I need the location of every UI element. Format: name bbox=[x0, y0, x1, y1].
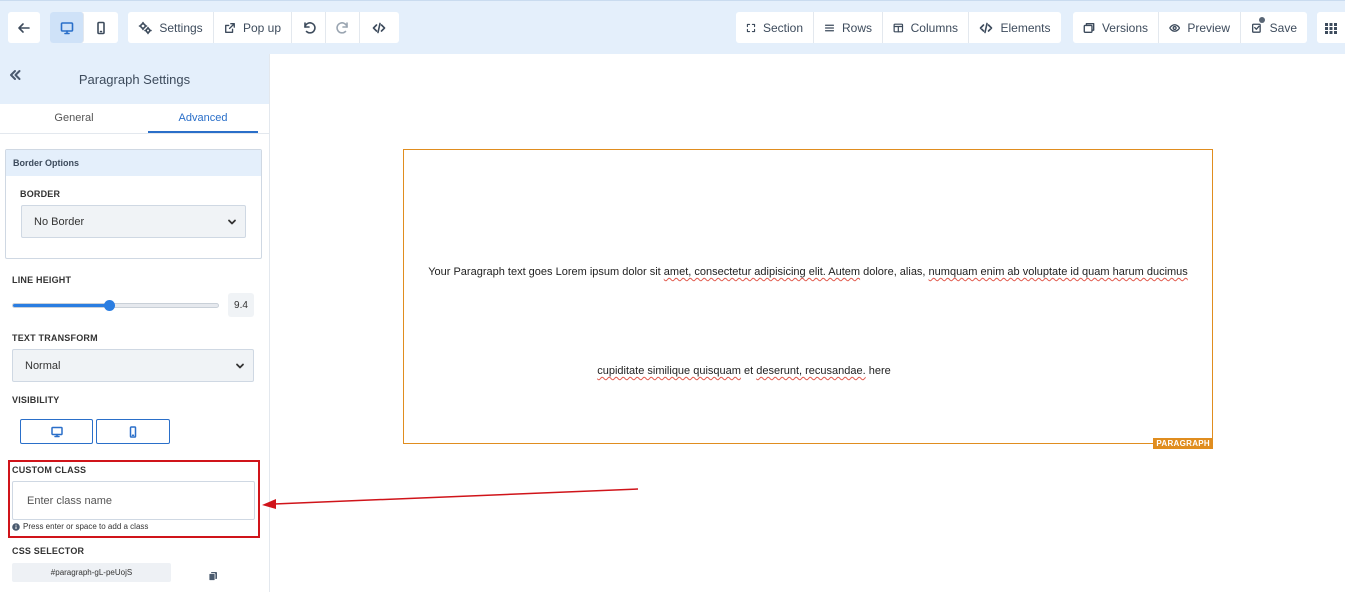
edit-group: Settings Pop up bbox=[128, 12, 399, 43]
columns-icon bbox=[893, 23, 904, 32]
paragraph-text: Your Paragraph text goes Lorem ipsum dol… bbox=[428, 266, 664, 278]
paragraph-text: amet, consectetur adipisicing elit. Aute… bbox=[663, 266, 861, 278]
visibility-label: VISIBILITY bbox=[12, 395, 60, 405]
section-label: Section bbox=[762, 20, 803, 35]
back-group bbox=[8, 12, 40, 43]
elements-button[interactable]: Elements bbox=[969, 12, 1061, 43]
text-transform-select[interactable]: Normal bbox=[12, 349, 254, 382]
top-toolbar: Settings Pop up Section Rows Columns Ele… bbox=[0, 0, 1345, 54]
collapse-sidebar-button[interactable] bbox=[8, 68, 24, 84]
arrow-left-icon bbox=[18, 22, 30, 33]
unsaved-dot bbox=[1259, 17, 1265, 23]
border-options-panel: Border Options bbox=[5, 149, 262, 259]
custom-class-help: Press enter or space to add a class bbox=[12, 522, 148, 531]
border-options-heading: Border Options bbox=[6, 150, 261, 176]
versions-label: Versions bbox=[1101, 20, 1148, 35]
line-height-value[interactable]: 9.4 bbox=[228, 293, 254, 317]
visibility-mobile-toggle[interactable] bbox=[96, 419, 170, 444]
line-height-label: LINE HEIGHT bbox=[12, 275, 72, 285]
preview-button[interactable]: Preview bbox=[1159, 12, 1241, 43]
settings-label: Settings bbox=[159, 20, 203, 35]
columns-button[interactable]: Columns bbox=[883, 12, 969, 43]
rows-label: Rows bbox=[841, 20, 872, 35]
undo-icon bbox=[303, 21, 316, 34]
info-icon bbox=[12, 522, 20, 531]
elements-label: Elements bbox=[1000, 20, 1051, 35]
bars-icon bbox=[824, 24, 835, 31]
external-link-icon bbox=[225, 22, 235, 33]
paragraph-text: here bbox=[865, 365, 891, 377]
versions-button[interactable]: Versions bbox=[1073, 12, 1159, 43]
redo-icon bbox=[335, 21, 348, 34]
custom-class-input[interactable] bbox=[12, 481, 255, 520]
custom-class-help-text: Press enter or space to add a class bbox=[23, 522, 149, 531]
rows-button[interactable]: Rows bbox=[814, 12, 883, 43]
line-height-slider-thumb[interactable] bbox=[104, 300, 116, 311]
mobile-icon bbox=[129, 425, 137, 438]
save-button[interactable]: Save bbox=[1241, 12, 1307, 43]
device-group bbox=[50, 12, 118, 43]
paragraph-badge: PARAGRAPH bbox=[1153, 438, 1213, 449]
paragraph-element[interactable]: Your Paragraph text goes Lorem ipsum dol… bbox=[403, 149, 1213, 449]
redo-button[interactable] bbox=[326, 12, 360, 43]
back-button[interactable] bbox=[8, 12, 40, 43]
sidebar-tabs: General Advanced bbox=[0, 104, 269, 134]
paragraph-text: numquam enim ab voluptate id quam harum … bbox=[928, 266, 1188, 278]
paragraph-text: dolore, alias, bbox=[860, 266, 929, 278]
code-button[interactable] bbox=[360, 12, 398, 43]
css-selector-label: CSS SELECTOR bbox=[12, 546, 85, 556]
chevron-down-icon bbox=[227, 217, 237, 227]
paragraph-line-1: Your Paragraph text goes Lorem ipsum dol… bbox=[404, 266, 1212, 278]
copy-icon bbox=[208, 572, 217, 581]
border-select-value: No Border bbox=[34, 215, 85, 228]
preview-label: Preview bbox=[1187, 20, 1230, 35]
publish-group: Versions Preview Save bbox=[1073, 12, 1307, 43]
tab-advanced[interactable]: Advanced bbox=[148, 104, 258, 133]
grid-icon bbox=[1325, 22, 1337, 34]
text-transform-select-value: Normal bbox=[25, 359, 61, 372]
apps-group bbox=[1317, 12, 1345, 43]
versions-icon bbox=[1083, 22, 1095, 33]
desktop-icon bbox=[50, 426, 63, 437]
border-select[interactable]: No Border bbox=[21, 205, 246, 238]
apps-menu-button[interactable] bbox=[1317, 12, 1345, 43]
eye-icon bbox=[1169, 23, 1181, 32]
text-transform-label: TEXT TRANSFORM bbox=[12, 333, 98, 343]
gears-icon bbox=[139, 21, 153, 34]
visibility-desktop-toggle[interactable] bbox=[20, 419, 93, 444]
code-icon bbox=[980, 22, 993, 33]
line-height-slider[interactable] bbox=[12, 300, 219, 311]
css-selector-value: #paragraph-gL-peUojS bbox=[12, 563, 171, 582]
desktop-icon bbox=[60, 21, 73, 34]
save-label: Save bbox=[1269, 20, 1297, 35]
border-label: BORDER bbox=[20, 189, 61, 199]
paragraph-text: et bbox=[740, 365, 757, 377]
settings-sidebar: Paragraph Settings General Advanced Bord… bbox=[0, 54, 270, 592]
double-chevron-left-icon bbox=[10, 70, 21, 80]
mobile-icon bbox=[97, 21, 105, 34]
chevron-down-icon bbox=[235, 361, 245, 371]
code-icon bbox=[372, 22, 386, 33]
mobile-view-button[interactable] bbox=[84, 12, 118, 43]
custom-class-label: CUSTOM CLASS bbox=[12, 465, 87, 475]
settings-button[interactable]: Settings bbox=[128, 12, 214, 43]
paragraph-text: cupiditate similique quisquam bbox=[597, 365, 741, 377]
paragraph-line-2: cupiditate similique quisquam et deserun… bbox=[340, 365, 1148, 377]
columns-label: Columns bbox=[910, 20, 958, 35]
expand-icon bbox=[746, 23, 756, 32]
popup-button[interactable]: Pop up bbox=[214, 12, 292, 43]
copy-selector-button[interactable] bbox=[208, 568, 218, 581]
tab-general[interactable]: General bbox=[0, 104, 148, 133]
section-button[interactable]: Section bbox=[736, 12, 814, 43]
structure-group: Section Rows Columns Elements bbox=[736, 12, 1061, 43]
sidebar-title: Paragraph Settings bbox=[78, 71, 191, 87]
paragraph-text: deserunt, recusandae. bbox=[756, 365, 866, 377]
line-height-slider-fill bbox=[13, 304, 110, 307]
sidebar-header: Paragraph Settings bbox=[0, 54, 269, 104]
undo-button[interactable] bbox=[292, 12, 326, 43]
popup-label: Pop up bbox=[242, 20, 281, 35]
desktop-view-button[interactable] bbox=[50, 12, 84, 43]
